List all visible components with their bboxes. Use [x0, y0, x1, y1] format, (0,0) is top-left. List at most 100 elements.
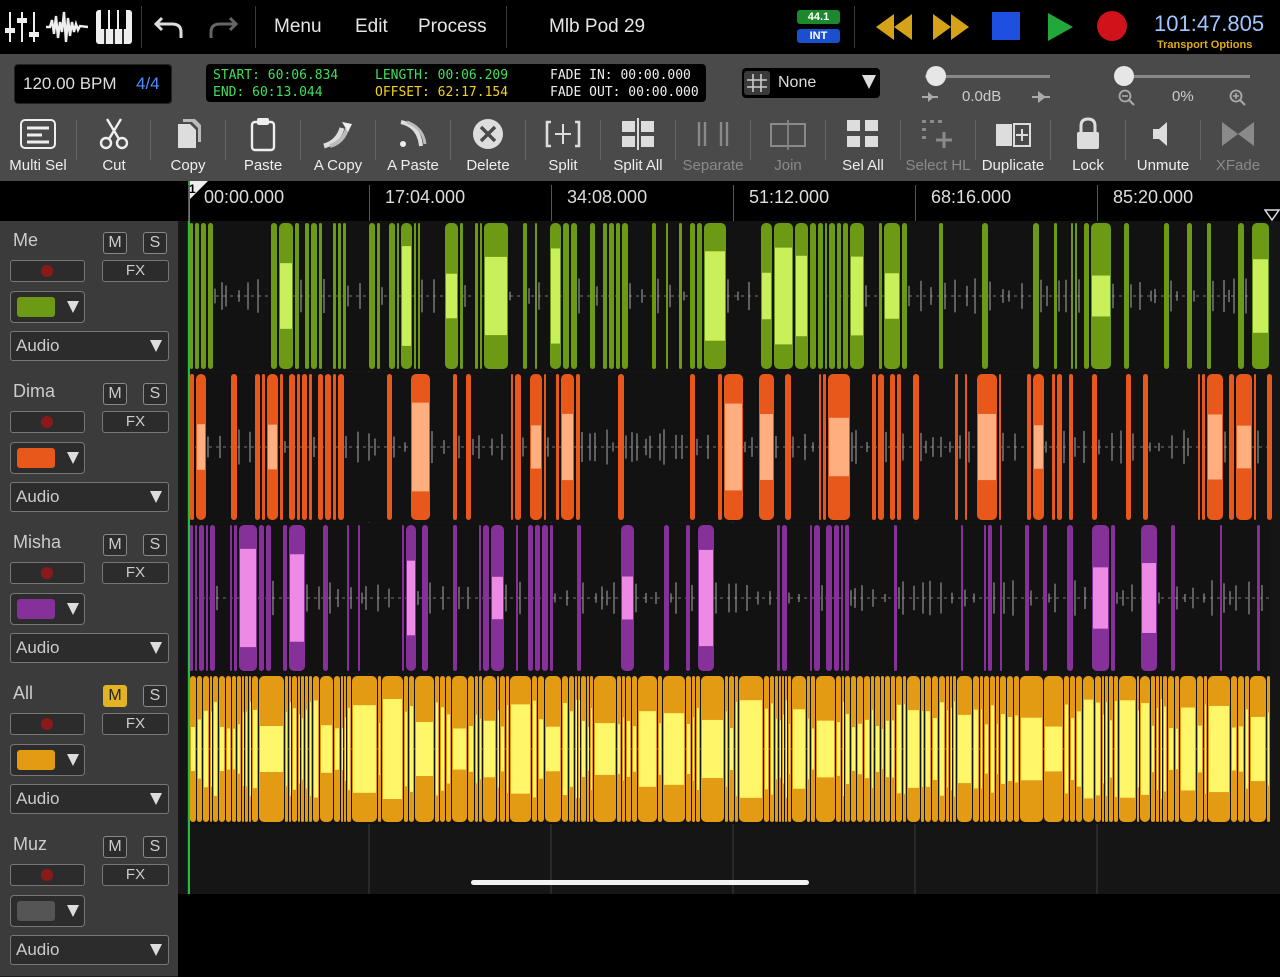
audio-clip[interactable] [826, 525, 832, 671]
audio-clip[interactable] [1075, 223, 1077, 369]
audio-clip[interactable] [516, 525, 518, 671]
track-header[interactable]: Misha M S FX Audio [0, 523, 178, 675]
audio-clip[interactable] [777, 525, 780, 671]
process-button[interactable]: Process [418, 16, 487, 38]
audio-clip[interactable] [1238, 223, 1244, 369]
audio-clip[interactable] [890, 374, 895, 520]
duplicate-tool-button[interactable]: Duplicate [975, 110, 1051, 181]
audio-clip[interactable] [414, 223, 416, 369]
zoom-slider-knob[interactable] [1114, 66, 1134, 86]
audio-paste-tool-button[interactable]: A Paste [375, 110, 451, 181]
audio-clip[interactable] [872, 374, 876, 520]
audio-clip[interactable] [837, 223, 841, 369]
multi-select-tool-button[interactable]: Multi Sel [0, 110, 76, 181]
select-all-tool-button[interactable]: Sel All [825, 110, 901, 181]
audio-clip[interactable] [1067, 525, 1073, 671]
audio-clip[interactable] [311, 223, 317, 369]
audio-clip[interactable] [825, 223, 827, 369]
track-type-select[interactable]: Audio [10, 633, 169, 663]
audio-clip[interactable] [1202, 374, 1205, 520]
audio-clip[interactable] [622, 223, 628, 369]
audio-clip[interactable] [302, 374, 307, 520]
record-arm-button[interactable] [10, 864, 85, 886]
track-color-picker[interactable] [10, 593, 85, 625]
solo-button[interactable]: S [143, 232, 167, 254]
audio-clip[interactable] [422, 525, 428, 671]
audio-clip[interactable] [841, 525, 843, 671]
audio-clip[interactable] [616, 223, 620, 369]
time-display[interactable]: 101:47.805 [1154, 11, 1264, 37]
audio-clip[interactable] [234, 525, 237, 671]
audio-clip[interactable] [542, 525, 548, 671]
audio-clip[interactable] [1071, 223, 1073, 369]
audio-clip[interactable] [271, 223, 277, 369]
audio-clip[interactable] [939, 223, 943, 369]
project-title[interactable]: Mlb Pod 29 [549, 16, 645, 38]
audio-clip[interactable] [283, 525, 287, 671]
audio-clip[interactable] [453, 374, 457, 520]
audio-clip[interactable] [576, 374, 580, 520]
audio-clip[interactable] [823, 374, 826, 520]
select-hl-tool-button[interactable]: Select HL [900, 110, 976, 181]
audio-clip[interactable] [999, 374, 1001, 520]
track-type-select[interactable]: Audio [10, 331, 169, 361]
record-arm-button[interactable] [10, 713, 85, 735]
fast-forward-icon[interactable] [931, 12, 971, 42]
audio-clip[interactable] [690, 223, 695, 369]
audio-clip[interactable] [343, 223, 346, 369]
audio-clip[interactable] [1084, 223, 1089, 369]
audio-clip[interactable] [190, 374, 194, 520]
stop-icon[interactable] [992, 12, 1020, 40]
audio-clip[interactable] [697, 223, 702, 369]
track-type-select[interactable]: Audio [10, 482, 169, 512]
audio-clip[interactable] [1124, 223, 1129, 369]
audio-clip[interactable] [309, 374, 312, 520]
audio-clip[interactable] [1069, 374, 1073, 520]
audio-clip[interactable] [1257, 525, 1260, 671]
audio-clip[interactable] [782, 525, 787, 671]
track-lanes[interactable] [178, 221, 1280, 894]
audio-clip[interactable] [897, 374, 901, 520]
audio-clip[interactable] [1057, 374, 1062, 520]
split-all-tool-button[interactable]: Split All [600, 110, 676, 181]
audio-clip[interactable] [480, 223, 482, 369]
track-name[interactable]: Muz [13, 834, 47, 855]
audio-clip[interactable] [988, 525, 992, 671]
speaker-tool-button[interactable]: Unmute [1125, 110, 1201, 181]
audio-clip[interactable] [319, 223, 322, 369]
audio-clip[interactable] [961, 525, 963, 671]
audio-clip[interactable] [1092, 374, 1097, 520]
split-tool-button[interactable]: Split [525, 110, 601, 181]
track-name[interactable]: All [13, 683, 33, 704]
mute-button[interactable]: M [103, 836, 127, 858]
audio-clip[interactable] [377, 223, 380, 369]
track-header[interactable]: Muz M S FX Audio [0, 825, 178, 977]
audio-clip[interactable] [1207, 223, 1211, 369]
audio-clip[interactable] [295, 223, 299, 369]
audio-clip[interactable] [1143, 374, 1148, 520]
audio-clip[interactable] [190, 223, 193, 369]
lock-tool-button[interactable]: Lock [1050, 110, 1126, 181]
audio-clip[interactable] [1126, 374, 1131, 520]
audio-clip[interactable] [810, 223, 816, 369]
end-marker-icon[interactable] [1264, 209, 1280, 221]
audio-clip[interactable] [577, 525, 581, 671]
audio-clip[interactable] [305, 223, 309, 369]
zoom-slider[interactable] [1120, 75, 1250, 78]
audio-clip[interactable] [318, 374, 323, 520]
audio-clip[interactable] [819, 374, 821, 520]
mute-button[interactable]: M [103, 685, 127, 707]
region-info[interactable]: START: 60:06.834 END: 60:13.044 LENGTH: … [206, 64, 706, 102]
audio-clip[interactable] [1033, 223, 1039, 369]
audio-clip[interactable] [1000, 525, 1002, 671]
audio-clip[interactable] [1025, 525, 1029, 671]
audio-clip[interactable] [618, 374, 624, 520]
audio-clip[interactable] [814, 525, 820, 671]
clipboard-tool-button[interactable]: Paste [225, 110, 301, 181]
audio-clip[interactable] [603, 223, 607, 369]
audio-clip[interactable] [289, 374, 295, 520]
audio-clip[interactable] [523, 223, 527, 369]
audio-clip[interactable] [544, 374, 546, 520]
audio-clip[interactable] [1187, 223, 1192, 369]
audio-clip[interactable] [511, 374, 513, 520]
